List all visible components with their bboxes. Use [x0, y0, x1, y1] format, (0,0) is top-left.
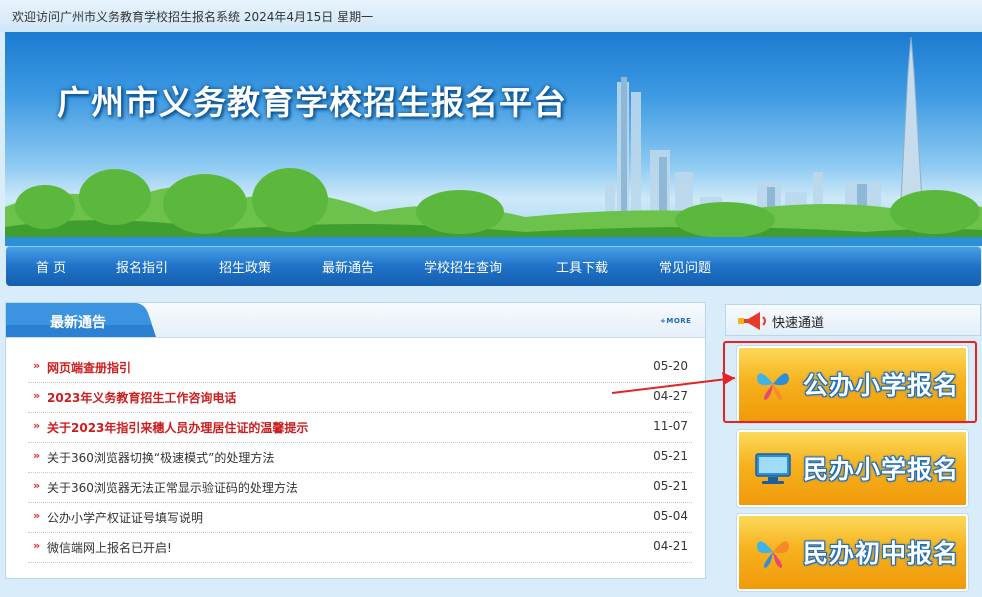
bullet-icon: » — [33, 539, 41, 552]
nav-registration-guide[interactable]: 报名指引 — [116, 257, 168, 276]
quick-access-header: 快速通道 — [725, 304, 981, 336]
list-item[interactable]: » 公办小学产权证证号填写说明 05-04 — [28, 503, 692, 533]
news-date: 11-07 — [653, 419, 688, 433]
news-title[interactable]: 关于360浏览器无法正常显示验证码的处理方法 — [47, 479, 298, 496]
button-label: 民办初中报名 — [803, 539, 960, 568]
nav-enrollment-policy[interactable]: 招生政策 — [219, 257, 271, 276]
news-title[interactable]: 网页端查册指引 — [47, 359, 131, 376]
news-title[interactable]: 关于360浏览器切换“极速模式”的处理方法 — [47, 449, 274, 466]
more-link[interactable]: +MORE — [660, 317, 691, 325]
butterfly-icon — [757, 541, 789, 568]
bullet-icon: » — [33, 509, 41, 522]
quick-access-title: 快速通道 — [772, 316, 825, 331]
bullet-icon: » — [33, 419, 41, 432]
news-date: 05-21 — [653, 479, 688, 493]
list-item[interactable]: » 微信端网上报名已开启! 04-21 — [28, 533, 692, 563]
nav-school-query[interactable]: 学校招生查询 — [424, 257, 502, 276]
news-date: 04-21 — [653, 539, 688, 553]
top-bar: 欢迎访问广州市义务教育学校招生报名系统 2024年4月15日 星期一 — [0, 0, 982, 32]
site-title: 广州市义务教育学校招生报名平台 — [57, 83, 567, 122]
button-label: 民办小学报名 — [803, 455, 960, 484]
bullet-icon: » — [33, 449, 41, 462]
news-date: 05-21 — [653, 449, 688, 463]
megaphone-icon — [738, 312, 766, 330]
main-navigation: 首 页 报名指引 招生政策 最新通告 学校招生查询 工具下载 常见问题 — [6, 246, 981, 286]
list-item[interactable]: » 2023年义务教育招生工作咨询电话 04-27 — [28, 383, 692, 413]
header-banner: 广州市义务教育学校招生报名平台 — [5, 32, 982, 246]
news-date: 05-20 — [653, 359, 688, 373]
bullet-icon: » — [33, 359, 41, 372]
news-title[interactable]: 2023年义务教育招生工作咨询电话 — [47, 389, 236, 406]
bullet-icon: » — [33, 389, 41, 402]
nav-faq[interactable]: 常见问题 — [659, 257, 711, 276]
private-primary-registration-button[interactable]: 民办小学报名 — [737, 430, 968, 507]
notices-tab: 最新通告 — [6, 303, 156, 337]
computer-icon — [755, 453, 791, 484]
list-item[interactable]: » 网页端查册指引 05-20 — [28, 353, 692, 383]
list-item[interactable]: » 关于360浏览器无法正常显示验证码的处理方法 05-21 — [28, 473, 692, 503]
news-list: » 网页端查册指引 05-20 » 2023年义务教育招生工作咨询电话 04-2… — [28, 353, 692, 563]
news-date: 05-04 — [653, 509, 688, 523]
list-item[interactable]: » 关于360浏览器切换“极速模式”的处理方法 05-21 — [28, 443, 692, 473]
notices-title: 最新通告 — [50, 315, 106, 331]
nav-tool-download[interactable]: 工具下载 — [556, 257, 608, 276]
nav-latest-notices[interactable]: 最新通告 — [322, 257, 374, 276]
nav-home[interactable]: 首 页 — [36, 257, 66, 276]
highlight-box — [723, 341, 977, 423]
notices-header: 最新通告 +MORE — [6, 303, 705, 338]
private-middle-registration-button[interactable]: 民办初中报名 — [737, 514, 968, 591]
news-title[interactable]: 关于2023年指引来穗人员办理居住证的温馨提示 — [47, 419, 308, 436]
news-title[interactable]: 微信端网上报名已开启! — [47, 539, 172, 556]
bullet-icon: » — [33, 479, 41, 492]
skyline-illustration — [5, 36, 982, 246]
latest-notices-panel: 最新通告 +MORE » 网页端查册指引 05-20 » 2023年义务教育招生… — [5, 302, 706, 579]
news-title[interactable]: 公办小学产权证证号填写说明 — [47, 509, 203, 526]
list-item[interactable]: » 关于2023年指引来穗人员办理居住证的温馨提示 11-07 — [28, 413, 692, 443]
news-date: 04-27 — [653, 389, 688, 403]
welcome-text: 欢迎访问广州市义务教育学校招生报名系统 2024年4月15日 星期一 — [12, 10, 374, 24]
